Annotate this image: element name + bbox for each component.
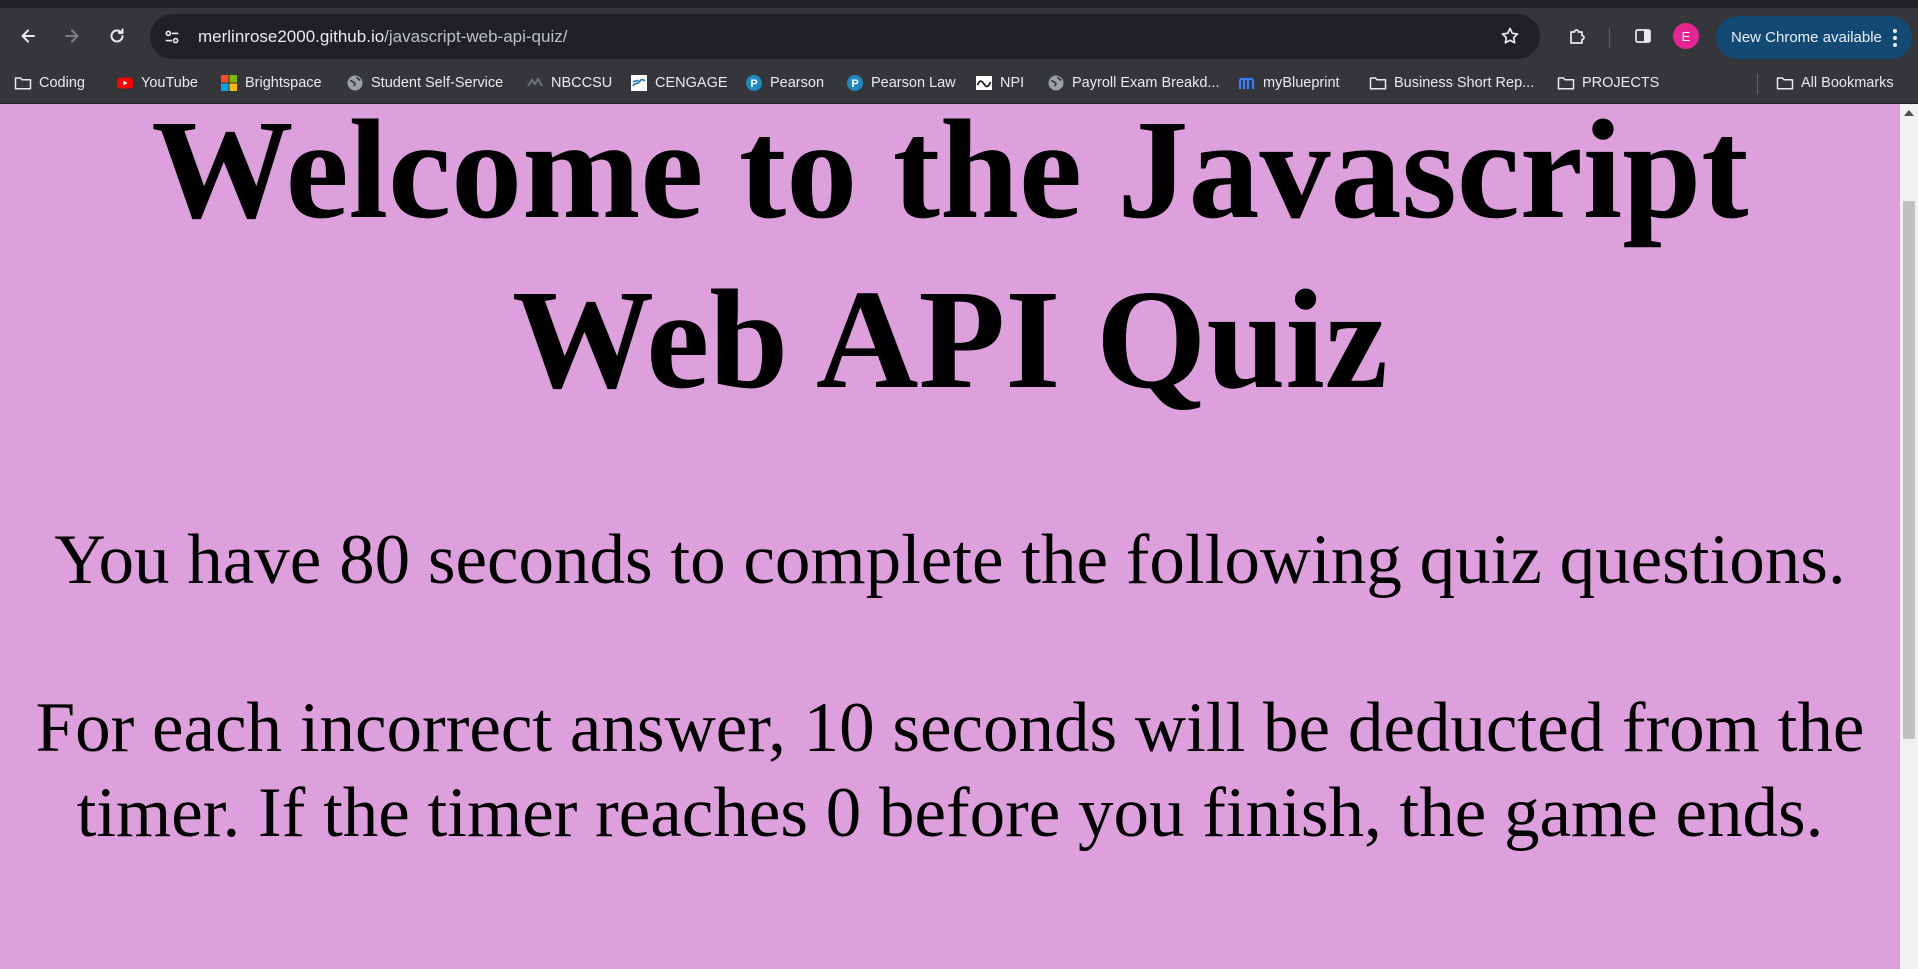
browser-window: merlinrose2000.github.io/javascript-web-… — [0, 0, 1918, 969]
myblueprint-icon — [1238, 74, 1256, 92]
bookmark-label: PROJECTS — [1582, 75, 1660, 91]
back-arrow-icon — [21, 29, 35, 43]
url-host: merlinrose2000.github.io — [198, 26, 385, 46]
bookmarks-bar: Coding YouTube Brightspace Student Self-… — [0, 62, 1918, 104]
profile-avatar[interactable]: E — [1673, 23, 1699, 49]
bookmark-business-short-rep[interactable]: Business Short Rep... — [1369, 71, 1534, 95]
site-info-button[interactable] — [156, 21, 188, 53]
all-bookmarks-label: All Bookmarks — [1801, 75, 1894, 91]
folder-icon — [1776, 74, 1794, 92]
update-label: New Chrome available — [1731, 29, 1882, 46]
globe-icon — [1047, 74, 1065, 92]
more-menu-icon[interactable] — [1892, 27, 1898, 48]
page-title: Welcome to the Javascript Web API Quiz — [151, 104, 1749, 418]
bookmark-label: NPI — [1000, 75, 1025, 91]
bookmark-cengage[interactable]: CENGAGE — [630, 71, 728, 95]
bookmark-brightspace[interactable]: Brightspace — [220, 71, 322, 95]
reload-button[interactable] — [101, 20, 133, 52]
url-path: /javascript-web-api-quiz/ — [384, 26, 568, 46]
bookmark-star-button[interactable] — [1494, 20, 1526, 52]
bookmark-label: YouTube — [141, 75, 198, 91]
quiz-rules-text: For each incorrect answer, 10 seconds wi… — [35, 689, 1865, 852]
folder-icon — [1557, 74, 1575, 92]
extensions-button[interactable] — [1561, 20, 1593, 52]
address-bar[interactable]: merlinrose2000.github.io/javascript-web-… — [150, 14, 1540, 59]
url-text[interactable]: merlinrose2000.github.io/javascript-web-… — [198, 27, 567, 47]
side-panel-icon — [1635, 29, 1651, 43]
bookmark-label: CENGAGE — [655, 75, 728, 91]
bookmark-projects[interactable]: PROJECTS — [1557, 71, 1659, 95]
vertical-scrollbar[interactable] — [1900, 104, 1918, 969]
microsoft-icon — [220, 74, 238, 92]
bookmark-myblueprint[interactable]: myBlueprint — [1238, 71, 1340, 95]
bookmark-nbccsu[interactable]: NBCCSU — [526, 71, 612, 95]
globe-icon — [346, 74, 364, 92]
reload-icon — [110, 28, 124, 43]
bookmark-pearson[interactable]: P Pearson — [745, 71, 824, 95]
bookmark-label: Pearson Law — [871, 75, 956, 91]
svg-text:P: P — [851, 78, 858, 90]
nbccsu-icon — [526, 74, 544, 92]
forward-arrow-icon — [65, 29, 79, 43]
svg-text:P: P — [750, 78, 757, 90]
bookmark-pearson-law[interactable]: P Pearson Law — [846, 71, 956, 95]
cengage-icon — [630, 74, 648, 92]
toolbar-divider — [1609, 28, 1610, 48]
bookmark-label: Student Self-Service — [371, 75, 504, 91]
pearson-icon: P — [846, 74, 864, 92]
bookmark-npi[interactable]: NPI — [975, 71, 1024, 95]
chrome-update-button[interactable]: New Chrome available — [1716, 16, 1912, 59]
scroll-up-arrow-icon[interactable] — [1900, 104, 1918, 121]
star-icon — [1501, 27, 1519, 44]
puzzle-icon — [1570, 29, 1585, 44]
bookmark-label: Payroll Exam Breakd... — [1072, 75, 1220, 91]
bookmark-label: Coding — [39, 75, 85, 91]
all-bookmarks-button[interactable]: All Bookmarks — [1776, 71, 1894, 95]
forward-button[interactable] — [56, 20, 88, 52]
tune-icon — [165, 30, 179, 43]
quiz-intro-text: You have 80 seconds to complete the foll… — [54, 521, 1846, 599]
bookmark-youtube[interactable]: YouTube — [116, 71, 198, 95]
bookmark-coding[interactable]: Coding — [14, 71, 85, 95]
bookmark-payroll-exam[interactable]: Payroll Exam Breakd... — [1047, 71, 1219, 95]
bookmark-label: Business Short Rep... — [1394, 75, 1535, 91]
bookmark-label: Pearson — [770, 75, 825, 91]
folder-icon — [14, 74, 32, 92]
pearson-icon: P — [745, 74, 763, 92]
bookmark-student-self-service[interactable]: Student Self-Service — [346, 71, 503, 95]
side-panel-button[interactable] — [1627, 20, 1659, 52]
bookmark-label: myBlueprint — [1263, 75, 1340, 91]
folder-icon — [1369, 74, 1387, 92]
bookmark-label: NBCCSU — [551, 75, 613, 91]
bookmarks-divider — [1757, 74, 1758, 94]
youtube-icon — [116, 74, 134, 92]
browser-toolbar: merlinrose2000.github.io/javascript-web-… — [0, 0, 1918, 62]
back-button[interactable] — [12, 20, 44, 52]
scrollbar-thumb[interactable] — [1903, 201, 1915, 739]
page-viewport: Welcome to the Javascript Web API Quiz Y… — [0, 104, 1900, 969]
bookmark-label: Brightspace — [245, 75, 322, 91]
npi-icon — [975, 74, 993, 92]
